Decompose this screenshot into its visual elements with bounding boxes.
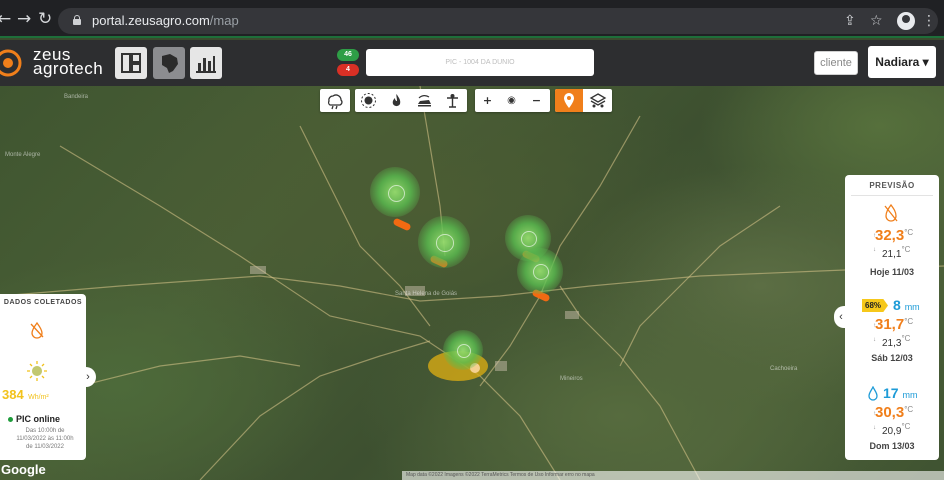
reload-icon[interactable]: ↻: [38, 9, 52, 29]
satellite-map[interactable]: Bandeira Monte Alegre Santa Helena de Go…: [0, 86, 944, 480]
road-network: [0, 86, 944, 480]
panel-title: DADOS COLETADOS: [3, 299, 83, 306]
station-cluster-marker[interactable]: [370, 167, 420, 217]
no-rain-icon: [30, 321, 44, 339]
back-icon[interactable]: ←: [0, 9, 11, 29]
min-temperature: 20,9°C: [882, 422, 911, 437]
cloud-rain-icon[interactable]: [323, 89, 346, 112]
max-temperature: 32,3°C: [875, 227, 914, 244]
browser-toolbar: ← → ↻ portal.zeusagro.com/map ⇪ ☆ ⋮: [0, 0, 944, 38]
brazil-map-icon: [162, 54, 178, 73]
map-view-button[interactable]: [153, 47, 185, 79]
max-temperature: 31,7°C: [875, 316, 914, 333]
zeus-logo-icon: [0, 49, 22, 77]
caret-down-icon: ▾: [922, 55, 929, 69]
forecast-date: Sáb 12/03: [871, 353, 913, 363]
dashboard-view-button[interactable]: [115, 47, 147, 79]
station-cluster-marker[interactable]: [517, 248, 563, 294]
layers-icon[interactable]: [585, 89, 611, 112]
bar-chart-icon: [196, 56, 216, 73]
map-attribution[interactable]: Map data ©2022 Imagens ©2022 TerraMetric…: [402, 471, 944, 480]
min-temperature: 21,1°C: [882, 245, 911, 260]
min-temp-arrow-icon: ↓: [873, 247, 876, 253]
collected-data-panel: DADOS COLETADOS 384 Wh/m² PIC online Das…: [0, 294, 86, 460]
zoom-out-button[interactable]: −: [525, 89, 548, 112]
user-menu-button[interactable]: Nadiara ▾: [868, 46, 936, 78]
offline-count-badge[interactable]: 4: [337, 64, 359, 76]
solar-radiation-value: 384 Wh/m²: [2, 387, 49, 402]
map-label: Cachoeira: [770, 366, 798, 372]
station-status: PIC online: [8, 414, 60, 424]
charts-view-button[interactable]: [190, 47, 222, 79]
map-label: Monte Alegre: [5, 152, 41, 158]
fire-icon[interactable]: [385, 89, 408, 112]
zoom-toolgroup: + ◉ −: [475, 89, 550, 112]
field-select[interactable]: PIC - 1004 DA DUNIO: [366, 49, 594, 76]
solar-radiation-icon: [27, 361, 47, 381]
no-rain-icon: [884, 203, 898, 222]
min-temperature: 21,3°C: [882, 334, 911, 349]
marker-toolgroup: [555, 89, 612, 112]
rain-amount: 8 mm: [893, 297, 920, 313]
browser-menu-icon[interactable]: ⋮: [922, 13, 936, 29]
tractor-icon[interactable]: [413, 89, 436, 112]
online-status-icon: [8, 417, 13, 423]
rain-amount: 17 mm: [883, 385, 918, 401]
rain-probability-badge: 68%: [862, 299, 888, 312]
station-icon[interactable]: [441, 89, 464, 112]
logo-text[interactable]: zeus agrotech: [33, 46, 103, 77]
map-label: Mineiros: [560, 376, 583, 382]
alert-badges: 46 4: [337, 49, 359, 76]
url-text: portal.zeusagro.com/map: [92, 13, 239, 28]
center-map-icon[interactable]: ◉: [500, 89, 523, 112]
rain-drop-icon: [868, 386, 878, 401]
address-bar[interactable]: portal.zeusagro.com/map ⇪ ☆ ⋮: [58, 8, 938, 34]
forward-icon[interactable]: →: [17, 9, 31, 29]
profile-avatar-icon[interactable]: [897, 12, 915, 30]
map-label: Bandeira: [64, 94, 89, 100]
panel-title: PREVISÃO: [869, 181, 915, 190]
dashboard-icon: [121, 53, 141, 73]
zoom-in-button[interactable]: +: [476, 89, 499, 112]
station-cluster-marker[interactable]: [418, 216, 470, 268]
forecast-date: Dom 13/03: [869, 441, 915, 451]
app-header: zeus agrotech 46 4 PIC - 1004 DA DUNIO c…: [0, 40, 944, 86]
max-temperature: 30,3°C: [875, 404, 914, 421]
rain-layer-toolgroup: [320, 89, 350, 112]
forecast-panel: PREVISÃO ↑ 32,3°C ↓ 21,1°C Hoje 11/03 68…: [845, 175, 939, 460]
min-temp-arrow-icon: ↓: [873, 425, 876, 431]
collection-period: Das 10:00h de 11/03/2022 às 11:00h de 11…: [16, 428, 74, 450]
layer-toolgroup: [355, 89, 467, 112]
google-logo: Google: [1, 462, 46, 477]
map-pin-icon[interactable]: [555, 89, 583, 112]
online-count-badge[interactable]: 46: [337, 49, 359, 61]
forecast-date: Hoje 11/03: [869, 267, 915, 277]
cliente-button[interactable]: cliente: [814, 51, 858, 75]
min-temp-arrow-icon: ↓: [873, 337, 876, 343]
sun-icon[interactable]: [357, 89, 380, 112]
lock-icon: [73, 15, 81, 25]
map-label: Santa Helena de Goiás: [395, 291, 458, 297]
station-cluster-marker[interactable]: [443, 330, 483, 370]
share-icon[interactable]: ⇪: [844, 13, 856, 29]
bookmark-star-icon[interactable]: ☆: [870, 13, 883, 29]
